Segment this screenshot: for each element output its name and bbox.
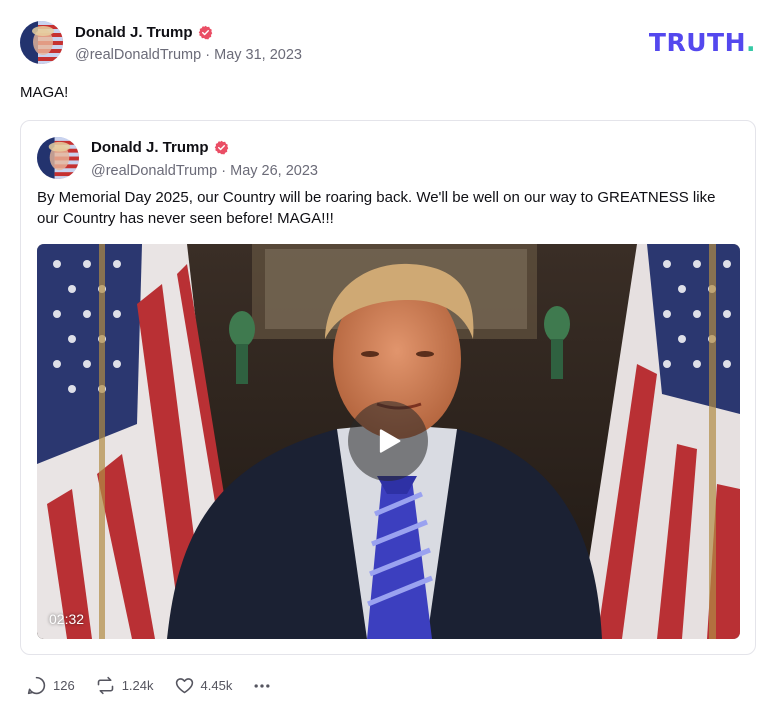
heart-icon [175,678,193,694]
quoted-post-header: Donald J. Trump @realDonaldTrump · May 2… [37,137,318,179]
post-header: Donald J. Trump @realDonaldTrump · May 3… [20,21,302,64]
author-name[interactable]: Donald J. Trump [75,24,193,41]
video-player[interactable]: 02:32 [37,244,740,639]
retruth-icon [97,676,113,695]
author-handle[interactable]: @realDonaldTrump [75,47,201,63]
retruth-button[interactable]: 1.24k [95,675,154,696]
truth-post: Donald J. Trump @realDonaldTrump · May 3… [0,0,777,717]
quoted-avatar[interactable] [37,137,79,179]
quoted-post-text: By Memorial Day 2025, our Country will b… [37,189,716,227]
separator-dot: · [221,162,227,179]
post-text: MAGA! [20,84,69,101]
reply-icon [27,676,46,695]
logo-text: TRUTH [648,28,746,57]
ellipsis-icon [254,683,270,688]
retruth-count: 1.24k [121,678,154,693]
quoted-author-handle[interactable]: @realDonaldTrump [91,163,217,179]
play-icon [379,429,401,453]
quoted-author-name[interactable]: Donald J. Trump [91,139,209,156]
avatar-image [20,21,63,64]
like-count: 4.45k [200,678,233,693]
verified-badge-icon [198,25,212,39]
quoted-post-card[interactable]: Donald J. Trump @realDonaldTrump · May 2… [20,120,756,655]
post-date[interactable]: May 31, 2023 [214,47,302,63]
reply-button[interactable]: 126 [26,675,75,696]
logo-dot: . [746,28,756,57]
play-button[interactable] [348,401,428,481]
more-options-button[interactable] [252,676,272,696]
quoted-handle-date: @realDonaldTrump · May 26, 2023 [91,163,318,179]
verified-badge-icon [214,140,228,155]
like-button[interactable]: 4.45k [174,675,233,696]
separator-dot: · [205,47,211,63]
post-actions: 126 1.24k 4.45k [26,675,292,696]
quoted-post-date[interactable]: May 26, 2023 [230,163,318,179]
handle-date: @realDonaldTrump · May 31, 2023 [75,47,302,63]
truth-logo: TRUTH. [649,28,756,57]
avatar[interactable] [20,21,63,64]
quoted-avatar-image [37,137,79,179]
video-duration: 02:32 [49,611,85,627]
reply-count: 126 [53,678,75,693]
